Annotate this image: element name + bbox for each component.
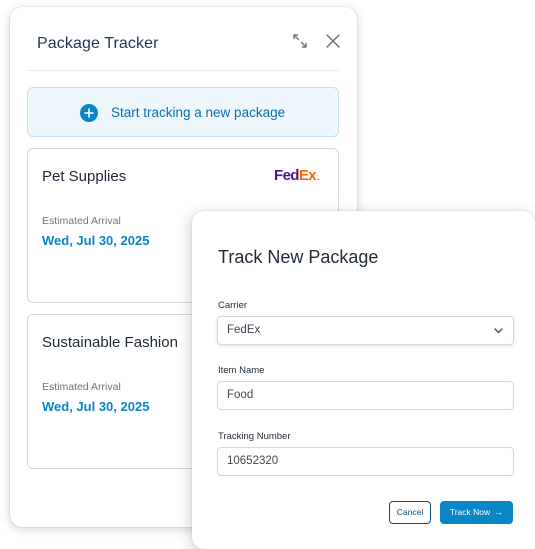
tracking-number-input[interactable]: 10652320 [217, 447, 514, 476]
cancel-button[interactable]: Cancel [389, 501, 431, 524]
package-name: Pet Supplies [42, 168, 127, 185]
item-name-input[interactable]: Food [217, 381, 514, 410]
tracker-title: Package Tracker [37, 35, 159, 52]
track-now-button[interactable]: Track Now → [440, 501, 513, 524]
item-name-label: Item Name [218, 365, 265, 376]
dialog-title: Track New Package [218, 247, 379, 267]
start-tracking-label: Start tracking a new package [111, 105, 286, 120]
carrier-label: Carrier [218, 300, 248, 311]
tracker-header: Package Tracker [27, 7, 340, 71]
expand-icon[interactable] [291, 32, 309, 50]
track-new-package-dialog: Track New Package Carrier FedEx Item Nam… [192, 211, 535, 549]
estimated-arrival-label: Estimated Arrival [42, 381, 121, 393]
carrier-value: FedEx [227, 324, 261, 336]
fedex-logo: FedEx. [274, 167, 320, 184]
chevron-down-icon [492, 324, 505, 337]
track-now-label: Track Now [449, 507, 491, 517]
tracking-number-label: Tracking Number [218, 431, 291, 442]
package-name: Sustainable Fashion [42, 334, 178, 351]
estimated-arrival-label: Estimated Arrival [42, 215, 121, 227]
estimated-arrival-date: Wed, Jul 30, 2025 [42, 233, 150, 248]
arrow-right-icon: → [494, 507, 504, 517]
carrier-select[interactable]: FedEx [217, 316, 514, 345]
estimated-arrival-date: Wed, Jul 30, 2025 [42, 399, 150, 414]
stage: Package Tracker Start tracking a new pac… [0, 0, 535, 549]
close-icon[interactable] [324, 32, 342, 50]
start-tracking-button[interactable]: Start tracking a new package [27, 87, 339, 137]
plus-icon [80, 104, 98, 122]
